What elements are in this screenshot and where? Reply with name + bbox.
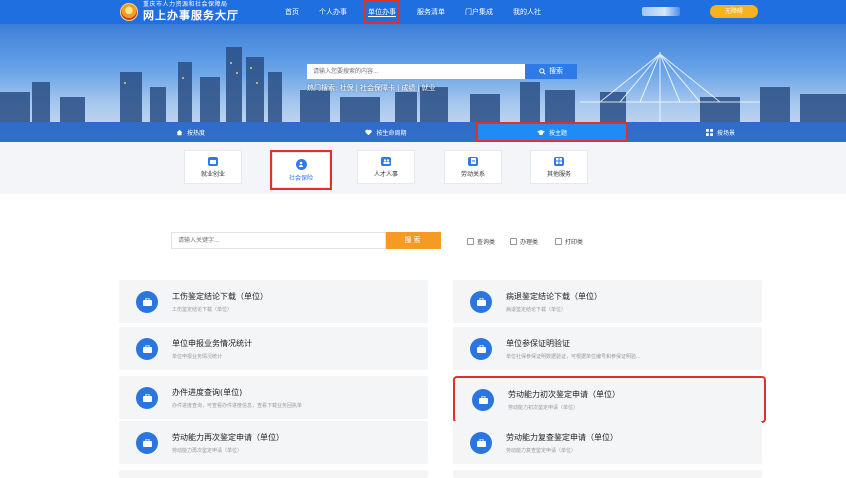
keyword-search-input[interactable] bbox=[171, 232, 386, 249]
browse-tabs: 按热度 按生命周期 按主题 按场景 bbox=[0, 122, 846, 142]
user-info-redacted[interactable] bbox=[642, 7, 680, 16]
service-card[interactable]: 病退鉴定结论下载（单位） 病退鉴定结论下载（单位） bbox=[453, 280, 762, 323]
service-desc: 单位社保参保证明数据验证，可根据单位编号和参保证明验... bbox=[506, 353, 641, 360]
service-title: 单位参保证明验证 bbox=[506, 338, 570, 348]
service-desc: 劳动能力再次鉴定申请（单位） bbox=[172, 447, 243, 454]
category-talent-personnel[interactable]: 人才人事 bbox=[357, 150, 415, 184]
hero-banner: 搜索 热门搜索: 社保|社会保障卡|成绩|就业 按热度 按生命周期 按主题 按场… bbox=[0, 24, 846, 142]
nav-service-list[interactable]: 服务清单 bbox=[414, 0, 448, 24]
nav-personal[interactable]: 个人办事 bbox=[316, 0, 350, 24]
service-title: 工伤鉴定结论下载（单位） bbox=[172, 291, 268, 301]
service-card-partial[interactable] bbox=[119, 470, 428, 478]
nav-unit[interactable]: 单位办事 bbox=[364, 0, 400, 24]
heart-icon bbox=[365, 129, 373, 135]
briefcase-icon bbox=[470, 337, 492, 360]
category-social-insurance[interactable]: 社会保险 bbox=[272, 152, 330, 188]
category-labor-relations[interactable]: 劳动关系 bbox=[444, 150, 502, 184]
service-card[interactable]: 工伤鉴定结论下载（单位） 工伤鉴定结论下载（单位） bbox=[119, 280, 428, 323]
shield-person-icon bbox=[295, 158, 307, 170]
nav-my-account[interactable]: 我的人社 bbox=[510, 0, 544, 24]
banner-search-button[interactable]: 搜索 bbox=[525, 64, 577, 79]
briefcase-icon bbox=[136, 431, 158, 454]
accessibility-button[interactable]: 无障碍 bbox=[710, 5, 758, 18]
keyword-search-button[interactable]: 搜索 bbox=[386, 232, 441, 249]
checkbox-icon[interactable] bbox=[555, 238, 562, 245]
service-desc: 工伤鉴定结论下载（单位） bbox=[172, 306, 233, 313]
service-title: 单位申报业务情况统计 bbox=[172, 338, 252, 348]
service-title: 办件进度查询(单位) bbox=[172, 387, 243, 397]
graduation-cap-icon bbox=[536, 129, 545, 135]
service-card[interactable]: 单位申报业务情况统计 单位申报业务情况统计 bbox=[119, 327, 428, 370]
briefcase-icon bbox=[208, 156, 218, 166]
service-title: 病退鉴定结论下载（单位） bbox=[506, 291, 602, 301]
grid-icon bbox=[554, 156, 564, 166]
filter-query-checkbox[interactable]: 查询类 bbox=[467, 237, 495, 246]
briefcase-icon bbox=[136, 386, 158, 409]
service-desc: 劳动能力初次鉴定申请（单位） bbox=[508, 404, 579, 411]
briefcase-icon bbox=[136, 290, 158, 313]
document-icon bbox=[468, 156, 478, 166]
filter-print-checkbox[interactable]: 打印类 bbox=[555, 237, 583, 246]
hot-term[interactable]: 成绩 bbox=[401, 84, 415, 92]
hot-search-label: 热门搜索: bbox=[307, 84, 338, 92]
banner-search-input[interactable] bbox=[307, 64, 525, 79]
tab-by-scenario[interactable]: 按场景 bbox=[648, 122, 846, 142]
logo-title: 网上办事服务大厅 bbox=[143, 9, 239, 22]
hot-term[interactable]: 社保 bbox=[340, 84, 354, 92]
service-desc: 单位申报业务情况统计 bbox=[172, 353, 223, 360]
service-card[interactable]: 单位参保证明验证单位社保参保证明数据验证，可根据单位编号和参保证明验... bbox=[453, 327, 762, 370]
emblem-icon bbox=[120, 2, 138, 21]
nav-home[interactable]: 首页 bbox=[282, 0, 302, 24]
briefcase-icon bbox=[470, 431, 492, 454]
people-icon bbox=[381, 156, 391, 166]
site-logo[interactable]: 重庆市人力资源和社会保障局 网上办事服务大厅 bbox=[120, 2, 239, 21]
briefcase-icon bbox=[136, 337, 158, 360]
service-desc: 病退鉴定结论下载（单位） bbox=[506, 306, 567, 313]
tab-by-life-cycle[interactable]: 按生命周期 bbox=[316, 122, 456, 142]
tab-by-popularity[interactable]: 按热度 bbox=[0, 122, 316, 142]
nav-portal[interactable]: 门户集成 bbox=[462, 0, 496, 24]
service-title: 劳动能力再次鉴定申请（单位） bbox=[172, 432, 284, 442]
service-title: 劳动能力复查鉴定申请（单位） bbox=[506, 432, 618, 442]
hot-term[interactable]: 社会保障卡 bbox=[360, 84, 395, 92]
category-bar: 就业创业 社会保险 人才人事 劳动关系 其他服务 bbox=[0, 142, 846, 194]
logo-org-name: 重庆市人力资源和社会保障局 bbox=[143, 1, 228, 8]
service-card[interactable]: 劳动能力复查鉴定申请（单位） 劳动能力复查鉴定申请（单位） bbox=[453, 421, 762, 464]
service-desc: 办件进度查询，可查看办件进度信息，查看下载业务回执单 bbox=[172, 402, 303, 409]
category-employment[interactable]: 就业创业 bbox=[184, 150, 242, 184]
main-nav: 首页 个人办事 单位办事 服务清单 门户集成 我的人社 bbox=[282, 0, 558, 24]
filter-handle-checkbox[interactable]: 办理类 bbox=[510, 237, 538, 246]
hot-search: 热门搜索: 社保 | 社会保障卡 | 成绩 | 就业 bbox=[307, 84, 436, 92]
briefcase-icon bbox=[472, 388, 494, 411]
checkbox-icon[interactable] bbox=[467, 238, 474, 245]
briefcase-icon bbox=[470, 290, 492, 313]
service-card[interactable]: 办件进度查询(单位) 办件进度查询，可查看办件进度信息，查看下载业务回执单 bbox=[119, 376, 428, 419]
tab-by-theme[interactable]: 按主题 bbox=[476, 122, 628, 142]
category-other-services[interactable]: 其他服务 bbox=[530, 150, 588, 184]
service-desc: 劳动能力复查鉴定申请（单位） bbox=[506, 447, 577, 454]
service-card-partial[interactable] bbox=[453, 470, 762, 478]
service-title: 劳动能力初次鉴定申请（单位） bbox=[508, 389, 620, 399]
top-navbar: 重庆市人力资源和社会保障局 网上办事服务大厅 首页 个人办事 单位办事 服务清单… bbox=[0, 0, 846, 24]
service-card[interactable]: 劳动能力初次鉴定申请（单位） 劳动能力初次鉴定申请（单位） bbox=[455, 378, 764, 421]
hot-term[interactable]: 就业 bbox=[422, 84, 436, 92]
grid-icon bbox=[706, 128, 713, 136]
city-skyline-image bbox=[0, 47, 846, 122]
search-icon bbox=[539, 68, 546, 75]
home-icon bbox=[176, 129, 183, 135]
checkbox-icon[interactable] bbox=[510, 238, 517, 245]
banner-search: 搜索 bbox=[307, 64, 577, 79]
service-card[interactable]: 劳动能力再次鉴定申请（单位） 劳动能力再次鉴定申请（单位） bbox=[119, 421, 428, 464]
